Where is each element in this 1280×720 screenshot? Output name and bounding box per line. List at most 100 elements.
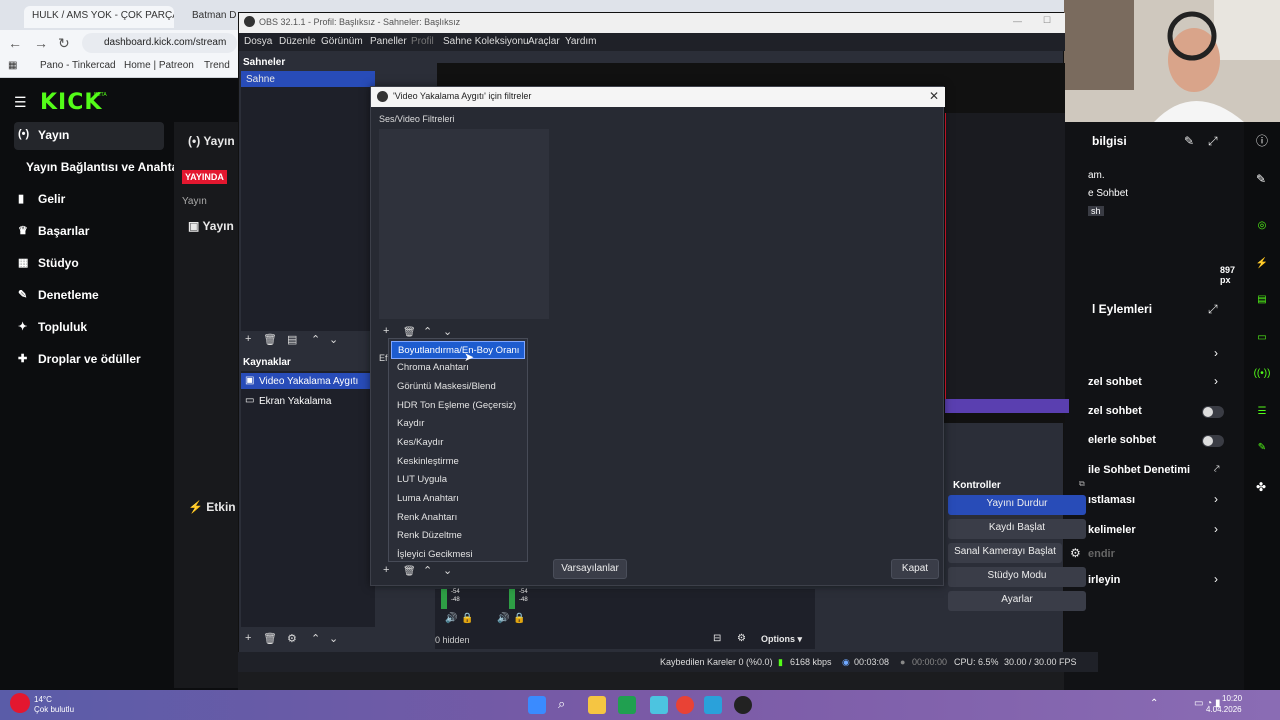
start-record-button[interactable]: Kaydı Başlat bbox=[948, 519, 1086, 539]
av-filters-list[interactable] bbox=[379, 129, 549, 319]
action-row[interactable]: ıstlaması bbox=[1088, 494, 1135, 506]
speaker-icon[interactable]: 🔊 bbox=[497, 613, 509, 624]
filter-icon[interactable]: ▤ bbox=[287, 333, 297, 346]
chevron-right-icon[interactable]: › bbox=[1214, 522, 1218, 536]
add-icon[interactable]: + bbox=[383, 564, 389, 576]
trash-icon[interactable]: 🗑 bbox=[263, 632, 277, 645]
telegram-icon[interactable] bbox=[704, 696, 722, 714]
speaker-icon[interactable]: 🔊 bbox=[445, 613, 457, 624]
trash-icon[interactable]: 🗑 bbox=[403, 566, 416, 577]
menu-araclar[interactable]: Araçlar bbox=[528, 36, 560, 47]
gear-icon[interactable]: ⚙ bbox=[1070, 546, 1081, 560]
windows-start-icon[interactable] bbox=[528, 696, 546, 714]
search-icon[interactable]: ⌕ bbox=[558, 696, 576, 714]
menu-item-mask[interactable]: Görüntü Maskesi/Blend bbox=[391, 378, 525, 396]
menu-item-hdr[interactable]: HDR Ton Eşleme (Geçersiz) bbox=[391, 397, 525, 415]
browser-tab-batman[interactable]: Batman D bbox=[184, 6, 244, 28]
menu-item-scroll[interactable]: Kaydır bbox=[391, 415, 525, 433]
pencil-icon[interactable]: ✎ bbox=[1256, 172, 1266, 186]
toggle-switch[interactable] bbox=[1202, 435, 1224, 447]
menu-item-luma[interactable]: Luma Anahtarı bbox=[391, 490, 525, 508]
puzzle-icon[interactable]: ✤ bbox=[1256, 480, 1266, 494]
list-icon[interactable]: ☰ bbox=[1252, 402, 1272, 422]
hamburger-icon[interactable]: ☰ bbox=[14, 94, 27, 111]
weather-icon[interactable] bbox=[10, 693, 30, 713]
chat-icon[interactable]: ▭ bbox=[1252, 328, 1272, 348]
chevron-right-icon[interactable]: › bbox=[1214, 374, 1218, 388]
action-row[interactable]: elerle sohbet bbox=[1088, 434, 1156, 446]
menu-item-crop[interactable]: Kes/Kaydır bbox=[391, 434, 525, 452]
menu-dosya[interactable]: Dosya bbox=[244, 36, 272, 47]
chevron-right-icon[interactable]: › bbox=[1214, 492, 1218, 506]
layout-icon[interactable]: ⊟ bbox=[713, 633, 721, 644]
studio-mode-button[interactable]: Stüdyo Modu bbox=[948, 567, 1086, 587]
arrow-up-icon[interactable]: ⌃ bbox=[423, 325, 432, 338]
menu-item-lut[interactable]: LUT Uygula bbox=[391, 471, 525, 489]
arrow-up-icon[interactable]: ⌃ bbox=[311, 333, 320, 346]
options-dropdown[interactable]: Options ▾ bbox=[761, 634, 802, 645]
stop-stream-button[interactable]: Yayını Durdur bbox=[948, 495, 1086, 515]
action-row[interactable]: endir bbox=[1088, 548, 1115, 560]
trash-icon[interactable]: 🗑 bbox=[263, 333, 277, 346]
back-icon[interactable]: ← bbox=[8, 35, 22, 51]
arrow-down-icon[interactable]: ⌄ bbox=[443, 325, 452, 338]
bookmark-patreon[interactable]: Home | Patreon bbox=[124, 60, 194, 71]
chrome-icon[interactable] bbox=[676, 696, 694, 714]
lock-icon[interactable]: 🔒 bbox=[461, 613, 473, 624]
arrow-up-icon[interactable]: ⌃ bbox=[423, 564, 432, 577]
expand-icon[interactable]: ⤢ bbox=[1208, 302, 1218, 317]
menu-sahne-koleksiyonu[interactable]: Sahne Koleksiyonu bbox=[443, 36, 529, 47]
document-icon[interactable]: ▤ bbox=[1252, 290, 1272, 310]
folder-icon[interactable] bbox=[588, 696, 606, 714]
bolt-icon[interactable]: ⚡ bbox=[1252, 254, 1272, 274]
source-item-screen[interactable]: ▭ Ekran Yakalama bbox=[241, 393, 373, 409]
app-icon[interactable] bbox=[618, 696, 636, 714]
virtual-camera-button[interactable]: Sanal Kamerayı Başlat bbox=[948, 543, 1062, 563]
menu-duzenle[interactable]: Düzenle bbox=[279, 36, 316, 47]
action-row[interactable]: zel sohbet bbox=[1088, 405, 1142, 417]
target-icon[interactable]: ◎ bbox=[1252, 216, 1272, 236]
external-link-icon[interactable]: ⤤ bbox=[1214, 464, 1220, 475]
arrow-up-icon[interactable]: ⌃ bbox=[311, 632, 320, 645]
menu-item-color-correction[interactable]: Renk Düzeltme bbox=[391, 527, 525, 545]
minimize-icon[interactable]: — bbox=[1013, 16, 1022, 26]
arrow-down-icon[interactable]: ⌄ bbox=[329, 632, 338, 645]
forward-icon[interactable]: → bbox=[34, 35, 48, 51]
lock-icon[interactable]: 🔒 bbox=[513, 613, 525, 624]
tray-chevron-icon[interactable]: ⌃ bbox=[1150, 698, 1158, 709]
wrench-icon[interactable]: ✎ bbox=[1252, 438, 1272, 458]
menu-item-sharpen[interactable]: Keskinleştirme bbox=[391, 453, 525, 471]
menu-item-color-key[interactable]: Renk Anahtarı bbox=[391, 509, 525, 527]
settings-button[interactable]: Ayarlar bbox=[948, 591, 1086, 611]
source-item-video[interactable]: ▣ Video Yakalama Aygıtı bbox=[241, 373, 375, 389]
browser-tab-hulk[interactable]: HULK / AMS YOK - ÇOK PARÇA bbox=[24, 6, 174, 28]
reload-icon[interactable]: ↻ bbox=[58, 35, 70, 52]
action-row[interactable]: zel sohbet bbox=[1088, 376, 1142, 388]
menu-item-scale[interactable]: Boyutlandırma/En-Boy Oranı bbox=[391, 341, 525, 359]
apps-icon[interactable]: ▦ bbox=[8, 60, 17, 71]
menu-yardim[interactable]: Yardım bbox=[565, 36, 597, 47]
bookmark-tinkercad[interactable]: Pano - Tinkercad bbox=[40, 60, 116, 71]
add-icon[interactable]: + bbox=[383, 325, 389, 337]
scene-item[interactable]: Sahne bbox=[241, 71, 375, 87]
menu-item-chroma[interactable]: Chroma Anahtarı bbox=[391, 359, 525, 377]
add-icon[interactable]: + bbox=[245, 632, 251, 644]
obs-taskbar-icon[interactable] bbox=[734, 696, 752, 714]
chat-app-icon[interactable] bbox=[650, 696, 668, 714]
bookmark-trend[interactable]: Trend bbox=[204, 60, 230, 71]
edit-icon[interactable]: ✎ bbox=[1184, 134, 1194, 148]
trash-icon[interactable]: 🗑 bbox=[403, 327, 416, 338]
action-row[interactable]: ile Sohbet Denetimi bbox=[1088, 464, 1190, 476]
menu-paneller[interactable]: Paneller bbox=[370, 36, 407, 47]
settings-icon[interactable]: ⚙ bbox=[737, 633, 746, 644]
expand-icon[interactable]: ⤢ bbox=[1208, 134, 1218, 149]
dock-float-icon[interactable]: ⧉ bbox=[1079, 479, 1085, 489]
arrow-down-icon[interactable]: ⌄ bbox=[443, 564, 452, 577]
info-icon[interactable]: ⓘ bbox=[1256, 132, 1268, 149]
url-field[interactable]: dashboard.kick.com/stream bbox=[82, 33, 237, 53]
gear-icon[interactable]: ⚙ bbox=[287, 632, 297, 645]
kick-nav-yayin[interactable]: (•) Yayın bbox=[14, 122, 164, 150]
add-icon[interactable]: + bbox=[245, 333, 251, 345]
arrow-down-icon[interactable]: ⌄ bbox=[329, 333, 338, 346]
maximize-icon[interactable]: ☐ bbox=[1043, 15, 1051, 26]
